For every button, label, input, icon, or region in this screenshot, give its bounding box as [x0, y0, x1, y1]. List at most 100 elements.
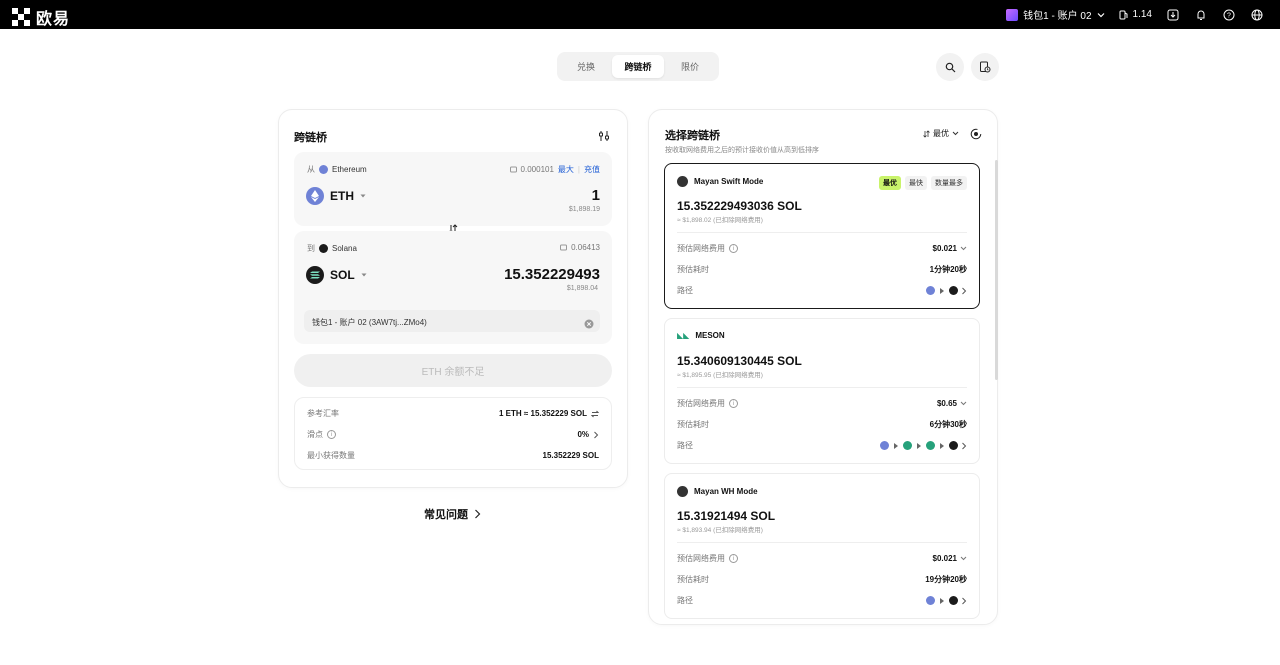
swap-rate-icon[interactable]	[591, 410, 599, 418]
badge-fastest: 最快	[905, 176, 927, 190]
path-row[interactable]: 路径	[677, 440, 967, 451]
time-value: 1分钟20秒	[929, 265, 967, 274]
to-balance: 0.06413	[571, 243, 600, 252]
chevron-down-icon	[960, 556, 967, 561]
sort-label: 最优	[933, 129, 949, 138]
from-prefix: 从	[307, 165, 315, 174]
sol-icon	[949, 286, 958, 295]
route-usd: ≈ $1,893.94 (已扣除网络费用)	[677, 527, 763, 534]
from-amount-input[interactable]: 1	[592, 187, 600, 204]
slippage-row[interactable]: 滑点 i 0%	[307, 429, 599, 440]
wallet-icon	[509, 166, 517, 173]
fee-row[interactable]: 预估网络费用 i $0.021	[677, 243, 967, 254]
fee-row[interactable]: 预估网络费用 i $0.65	[677, 398, 967, 409]
chevron-down-icon	[1097, 12, 1104, 17]
card-divider	[677, 542, 967, 543]
route-amount: 15.340609130445 SOL	[677, 354, 802, 368]
deposit-link[interactable]: 充值	[584, 164, 600, 175]
chevron-down-icon	[960, 246, 967, 251]
badge-best: 最优	[879, 176, 901, 190]
history-icon	[980, 61, 991, 73]
info-icon[interactable]: i	[729, 554, 738, 563]
time-label: 预估耗时	[677, 575, 709, 584]
slippage-label: 滑点	[307, 430, 323, 439]
history-button[interactable]	[971, 53, 999, 81]
route-card-mayan-wh[interactable]: Mayan WH Mode 15.31921494 SOL ≈ $1,893.9…	[664, 473, 980, 619]
route-card-meson[interactable]: ◣◣ MESON 15.340609130445 SOL ≈ $1,895.95…	[664, 318, 980, 464]
solana-network-icon	[319, 244, 328, 253]
globe-icon[interactable]	[1250, 8, 1264, 22]
top-bar: 欧易 钱包1 - 账户 02 1.14 ?	[0, 0, 1280, 29]
time-row: 预估耗时 19分钟20秒	[677, 574, 967, 585]
info-icon[interactable]: i	[729, 244, 738, 253]
chevron-right-icon	[962, 442, 967, 449]
quote-info: 参考汇率 1 ETH ≈ 15.352229 SOL 滑点 i 0% 最小获得数…	[294, 397, 612, 470]
path-row[interactable]: 路径	[677, 285, 967, 296]
ethereum-network-icon	[319, 165, 328, 174]
path-row[interactable]: 路径	[677, 595, 967, 606]
tab-bridge[interactable]: 跨链桥	[612, 55, 664, 78]
sort-icon	[923, 129, 930, 138]
okx-logo[interactable]: 欧易	[12, 5, 70, 29]
sort-selector[interactable]: 最优	[923, 128, 959, 139]
info-icon[interactable]: i	[729, 399, 738, 408]
from-usd-value: $1,898.19	[568, 206, 600, 213]
to-token-symbol: SOL	[330, 268, 355, 282]
arrow-right-icon	[940, 597, 944, 604]
routes-title: 选择跨链桥	[665, 130, 720, 142]
route-name: MESON	[695, 331, 725, 340]
okx-logo-icon	[12, 8, 30, 26]
gas-value: 1.14	[1132, 9, 1152, 20]
settings-icon[interactable]	[598, 129, 610, 147]
wallet-selector[interactable]: 钱包1 - 账户 02	[1006, 7, 1104, 22]
to-prefix: 到	[307, 244, 315, 253]
search-icon	[945, 62, 955, 72]
submit-button[interactable]: ETH 余额不足	[294, 354, 612, 387]
meson-logo-icon: ◣◣	[677, 331, 690, 340]
rate-row: 参考汇率 1 ETH ≈ 15.352229 SOL	[307, 408, 599, 419]
wallet-label: 钱包1 - 账户 02	[1023, 11, 1092, 22]
time-label: 预估耗时	[677, 420, 709, 429]
route-card-mayan-swift[interactable]: Mayan Swift Mode 最优 最快 数量最多 15.352229493…	[664, 163, 980, 309]
arrow-right-icon	[940, 287, 944, 294]
min-receive-row: 最小获得数量 15.352229 SOL	[307, 450, 599, 461]
badge-most-amount: 数量最多	[931, 176, 967, 190]
fee-row[interactable]: 预估网络费用 i $0.021	[677, 553, 967, 564]
route-amount: 15.31921494 SOL	[677, 509, 776, 523]
from-network[interactable]: 从 Ethereum	[307, 164, 367, 175]
route-name-row: ◣◣ MESON	[677, 331, 725, 340]
routes-subtitle: 按收取网络费用之后的预计接收价值从高到低排序	[665, 147, 819, 154]
from-token-selector[interactable]: ETH	[306, 187, 366, 205]
info-icon[interactable]: i	[327, 430, 336, 439]
to-network[interactable]: 到 Solana	[307, 243, 357, 254]
eth-icon	[926, 286, 935, 295]
min-receive-label: 最小获得数量	[307, 451, 355, 460]
routes-scrollbar[interactable]	[995, 160, 998, 380]
bell-icon[interactable]	[1194, 8, 1208, 22]
to-token-selector[interactable]: SOL	[306, 266, 367, 284]
faq-link[interactable]: 常见问题	[424, 506, 481, 522]
tab-swap[interactable]: 兑换	[560, 55, 612, 78]
chevron-down-icon	[952, 131, 959, 136]
to-balance-row: 0.06413	[560, 243, 600, 252]
chevron-right-icon	[475, 509, 481, 519]
refresh-icon[interactable]	[970, 127, 982, 145]
caret-down-icon	[361, 273, 367, 277]
sol-icon	[949, 441, 958, 450]
tab-limit[interactable]: 限价	[664, 55, 716, 78]
search-button[interactable]	[936, 53, 964, 81]
gas-indicator[interactable]: 1.14	[1119, 9, 1152, 20]
max-link[interactable]: 最大	[558, 164, 574, 175]
fee-value: $0.021	[932, 244, 957, 253]
trade-mode-tabs: 兑换 跨链桥 限价	[557, 52, 719, 81]
clear-address-icon[interactable]	[584, 316, 594, 334]
download-icon[interactable]	[1166, 8, 1180, 22]
slippage-value: 0%	[577, 430, 589, 439]
chevron-right-icon	[962, 287, 967, 294]
time-row: 预估耗时 6分钟30秒	[677, 419, 967, 430]
help-icon[interactable]: ?	[1222, 8, 1236, 22]
arrow-right-icon	[940, 442, 944, 449]
min-receive-value: 15.352229 SOL	[542, 451, 599, 460]
time-value: 6分钟30秒	[929, 420, 967, 429]
route-name: Mayan Swift Mode	[694, 177, 764, 186]
